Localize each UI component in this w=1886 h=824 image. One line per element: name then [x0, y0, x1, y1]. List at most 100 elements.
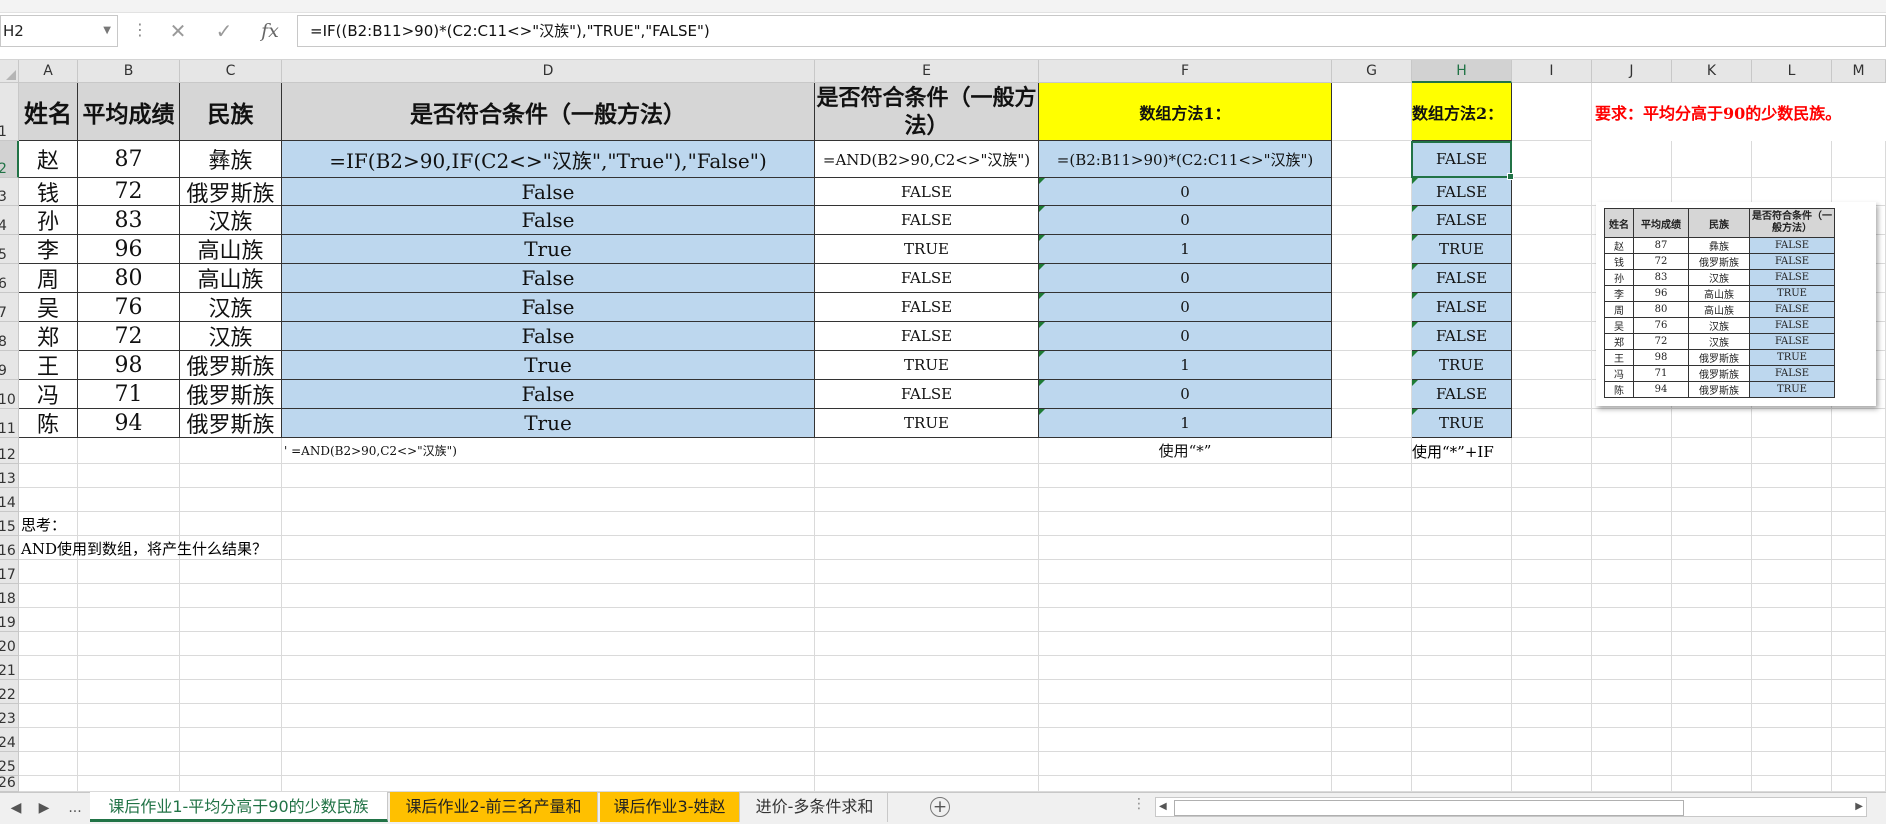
grid-cell[interactable]: [1512, 656, 1592, 680]
cell-ethnicity[interactable]: 彝族: [180, 141, 282, 178]
grid-cell[interactable]: [1512, 752, 1592, 776]
grid-cell[interactable]: [1039, 680, 1332, 704]
grid-cell[interactable]: [1412, 608, 1512, 632]
grid-cell[interactable]: [1752, 704, 1832, 728]
grid-cell[interactable]: [1039, 632, 1332, 656]
row-header-4[interactable]: 4: [0, 206, 19, 235]
grid-cell[interactable]: [1752, 608, 1832, 632]
grid-cell[interactable]: [1512, 206, 1592, 235]
cell-average[interactable]: 94: [78, 409, 180, 438]
cell-e-result[interactable]: FALSE: [815, 293, 1039, 322]
grid-cell[interactable]: [78, 438, 180, 464]
grid-cell[interactable]: [282, 776, 815, 792]
grid-cell[interactable]: [19, 488, 78, 512]
grid-cell[interactable]: [1332, 488, 1412, 512]
grid-cell[interactable]: [282, 656, 815, 680]
embedded-table-picture[interactable]: 姓名 平均成绩 民族 是否符合条件（一般方法）赵 87 彝族 FALSE 钱 72 俄罗斯族 FAL…: [1596, 202, 1876, 406]
grid-cell[interactable]: [1672, 680, 1752, 704]
row-header-21[interactable]: 21: [0, 656, 19, 680]
grid-cell[interactable]: [1832, 409, 1886, 438]
grid-cell[interactable]: [1332, 380, 1412, 409]
grid-cell[interactable]: [815, 464, 1039, 488]
column-header-d[interactable]: D: [282, 60, 815, 83]
grid-cell[interactable]: [1672, 464, 1752, 488]
grid-cell[interactable]: [1512, 322, 1592, 351]
grid-cell[interactable]: [1332, 464, 1412, 488]
grid-cell[interactable]: [1512, 264, 1592, 293]
cell-ethnicity[interactable]: 高山族: [180, 264, 282, 293]
row-header-6[interactable]: 6: [0, 264, 19, 293]
grid-cell[interactable]: [1752, 632, 1832, 656]
grid-cell[interactable]: [815, 608, 1039, 632]
grid-cell[interactable]: [1592, 409, 1672, 438]
grid-cell[interactable]: [1832, 488, 1886, 512]
cell-f2-formula[interactable]: =(B2:B11>90)*(C2:C11<>"汉族"): [1039, 141, 1332, 178]
grid-cell[interactable]: [1332, 178, 1412, 206]
grid-cell[interactable]: [1332, 536, 1412, 560]
grid-cell[interactable]: [282, 464, 815, 488]
header-average-score[interactable]: 平均成绩: [78, 83, 180, 141]
cell-name[interactable]: 吴: [19, 293, 78, 322]
tab-1[interactable]: 课后作业1-平均分高于90的少数民族: [90, 792, 388, 822]
row-header-11[interactable]: 11: [0, 409, 19, 438]
grid-cell[interactable]: [1592, 704, 1672, 728]
grid-cell[interactable]: [815, 704, 1039, 728]
grid-cell[interactable]: [282, 584, 815, 608]
grid-cell[interactable]: [1832, 512, 1886, 536]
cell-e2-formula[interactable]: =AND(B2>90,C2<>"汉族"): [815, 141, 1039, 178]
grid-cell[interactable]: [1752, 584, 1832, 608]
grid-cell[interactable]: [180, 438, 282, 464]
grid-cell[interactable]: [1672, 488, 1752, 512]
grid-cell[interactable]: [1592, 728, 1672, 752]
tab-more-icon[interactable]: ...: [62, 796, 88, 820]
grid-cell[interactable]: [1039, 512, 1332, 536]
grid-cell[interactable]: [1332, 608, 1412, 632]
grid-cell[interactable]: [1672, 728, 1752, 752]
grid-cell[interactable]: [815, 488, 1039, 512]
grid-cell[interactable]: [180, 512, 282, 536]
row-header-2[interactable]: 2: [0, 141, 19, 178]
grid-cell[interactable]: [1752, 560, 1832, 584]
grid-cell[interactable]: [1512, 351, 1592, 380]
grid-cell[interactable]: [1039, 656, 1332, 680]
grid-cell[interactable]: [1512, 608, 1592, 632]
cell-average[interactable]: 72: [78, 322, 180, 351]
grid-cell[interactable]: [1512, 380, 1592, 409]
grid-cell[interactable]: [1039, 608, 1332, 632]
grid-cell[interactable]: [1332, 776, 1412, 792]
cell-h-result[interactable]: FALSE: [1412, 322, 1512, 351]
grid-cell[interactable]: [815, 512, 1039, 536]
cell-f-result[interactable]: 0: [1039, 380, 1332, 409]
grid-cell[interactable]: [282, 560, 815, 584]
cell-d-result[interactable]: False: [282, 293, 815, 322]
grid-cell[interactable]: [1512, 632, 1592, 656]
grid-cell[interactable]: [1332, 560, 1412, 584]
grid-cell[interactable]: [815, 632, 1039, 656]
grid-cell[interactable]: [78, 512, 180, 536]
grid-cell[interactable]: [1752, 776, 1832, 792]
cell-h-result[interactable]: FALSE: [1412, 264, 1512, 293]
grid-cell[interactable]: [1512, 704, 1592, 728]
grid-cell[interactable]: [1832, 141, 1886, 178]
grid-cell[interactable]: [282, 632, 815, 656]
grid-cell[interactable]: [1412, 752, 1512, 776]
grid-cell[interactable]: [1832, 728, 1886, 752]
cell-average[interactable]: 98: [78, 351, 180, 380]
grid-cell[interactable]: [282, 536, 815, 560]
cell-average[interactable]: 87: [78, 141, 180, 178]
column-header-m[interactable]: M: [1832, 60, 1886, 83]
row-header-3[interactable]: 3: [0, 178, 19, 206]
cell-ethnicity[interactable]: 高山族: [180, 235, 282, 264]
grid-cell[interactable]: [1512, 536, 1592, 560]
cell-f-result[interactable]: 1: [1039, 409, 1332, 438]
column-header-g[interactable]: G: [1332, 60, 1412, 83]
header-array-method-1[interactable]: 数组方法1：: [1039, 83, 1332, 141]
cell-name[interactable]: 钱: [19, 178, 78, 206]
cell-h-result[interactable]: FALSE: [1412, 178, 1512, 206]
grid-cell[interactable]: [1332, 680, 1412, 704]
grid-cell[interactable]: [1592, 752, 1672, 776]
grid-cell[interactable]: [1332, 206, 1412, 235]
grid-cell[interactable]: [1672, 776, 1752, 792]
grid-cell[interactable]: [180, 776, 282, 792]
cell-e-result[interactable]: FALSE: [815, 264, 1039, 293]
